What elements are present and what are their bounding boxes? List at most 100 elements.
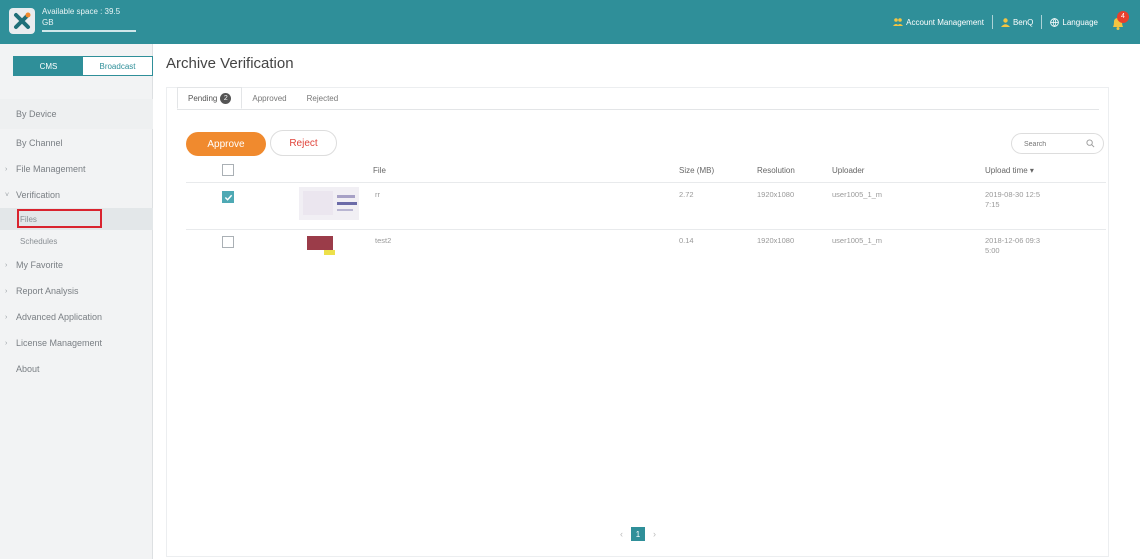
thumbnail-part [303, 191, 333, 215]
available-space-label: Available space : 39.5 [42, 7, 121, 16]
sidebar-item-advanced-application[interactable]: › Advanced Application [0, 304, 153, 330]
pagination: ‹ 1 › [620, 527, 656, 541]
content-panel [166, 87, 1109, 557]
available-space-unit: GB [42, 18, 54, 27]
tab-label: Pending [188, 93, 218, 103]
top-header: Available space : 39.5 GB Account Manage… [0, 0, 1140, 44]
file-size: 0.14 [679, 236, 694, 245]
divider [186, 182, 1106, 183]
thumbnail-part [337, 202, 357, 205]
column-header-file[interactable]: File [373, 166, 386, 175]
sidebar-item-by-device[interactable]: By Device [0, 99, 153, 129]
notifications-button[interactable]: 4 [1110, 11, 1130, 32]
upload-time-rest: 7:15 [985, 200, 1000, 209]
sidebar-item-label: About [16, 364, 40, 374]
sort-desc-icon: ▾ [1029, 166, 1034, 175]
pending-count-badge: 2 [220, 92, 232, 104]
thumbnail-part [337, 209, 353, 211]
thumbnail-part [337, 195, 355, 198]
sidebar-item-label: Advanced Application [16, 312, 103, 322]
language-label: Language [1062, 17, 1098, 27]
thumbnail-part [324, 250, 335, 255]
account-management-label: Account Management [906, 17, 984, 27]
space-usage-bar [42, 30, 136, 32]
sidebar-item-about[interactable]: About [0, 356, 153, 382]
users-icon [893, 18, 904, 26]
search-box[interactable] [1011, 133, 1104, 154]
next-page-button[interactable]: › [653, 529, 656, 539]
column-header-size[interactable]: Size (MB) [679, 166, 714, 175]
sidebar-item-license-management[interactable]: › License Management [0, 330, 153, 356]
tab-label: Approved [252, 93, 287, 103]
sidebar-item-label: Report Analysis [16, 286, 79, 296]
file-resolution: 1920x1080 [757, 236, 795, 245]
sidebar-subitem-schedules[interactable]: Schedules [0, 230, 153, 252]
header-actions: Account Management BenQ Language 4 [893, 0, 1130, 44]
column-header-label: Upload time [985, 166, 1028, 175]
page-title: Archive Verification [166, 55, 294, 72]
approve-button[interactable]: Approve [186, 132, 266, 156]
chevron-right-icon: › [5, 313, 8, 321]
tab-approved[interactable]: Approved [242, 87, 296, 109]
column-header-upload-time[interactable]: Upload time ▾ [985, 166, 1034, 175]
app-logo-icon[interactable] [9, 8, 35, 34]
column-header-uploader[interactable]: Uploader [832, 166, 864, 175]
language-menu[interactable]: Language [1050, 18, 1098, 27]
row-checkbox[interactable] [222, 191, 234, 203]
user-name: BenQ [1012, 17, 1034, 27]
tab-pending[interactable]: Pending 2 [177, 87, 243, 109]
chevron-right-icon: › [5, 339, 8, 347]
select-all-checkbox[interactable] [222, 164, 234, 176]
search-icon[interactable] [1086, 139, 1095, 148]
file-thumbnail[interactable] [299, 187, 359, 220]
reject-button[interactable]: Reject [270, 130, 337, 156]
sidebar-item-label: By Device [16, 109, 57, 119]
account-management-link[interactable]: Account Management [893, 18, 984, 27]
sidebar-menu: By Device By Channel › File Management ˅ V… [0, 99, 153, 382]
prev-page-button[interactable]: ‹ [620, 529, 623, 539]
globe-icon [1050, 17, 1060, 27]
chevron-right-icon: › [5, 165, 8, 173]
search-input[interactable] [1024, 137, 1084, 151]
sidebar-item-label: Verification [16, 190, 61, 200]
tab-rejected[interactable]: Rejected [297, 87, 349, 109]
available-space: Available space : 39.5 GB [42, 6, 120, 28]
divider [1041, 15, 1043, 29]
sidebar-item-my-favorite[interactable]: › My Favorite [0, 252, 153, 278]
file-uploader: user1005_1_m [832, 190, 883, 199]
sidebar-item-file-management[interactable]: › File Management [0, 156, 153, 182]
file-name[interactable]: rr [375, 190, 380, 200]
sidebar-item-verification[interactable]: ˅ Verification [0, 182, 153, 208]
sidebar: CMS Broadcast By Device By Channel › File… [0, 44, 153, 559]
chevron-down-icon: ˅ [5, 191, 10, 199]
file-thumbnail[interactable] [307, 236, 333, 250]
user-menu[interactable]: BenQ [1000, 17, 1034, 27]
user-icon [1000, 17, 1010, 27]
page-number-current[interactable]: 1 [631, 527, 645, 541]
column-header-resolution[interactable]: Resolution [757, 166, 795, 175]
sidebar-item-label: By Channel [16, 138, 63, 148]
sidebar-item-label: File Management [16, 164, 86, 174]
mode-broadcast[interactable]: Broadcast [83, 57, 152, 75]
upload-time: 2019-08-30 12:5 7:15 [985, 190, 1040, 210]
sidebar-subitem-files[interactable]: Files [0, 208, 153, 230]
sidebar-item-label: License Management [16, 338, 103, 348]
row-checkbox[interactable] [222, 236, 234, 248]
upload-time-rest: 5:00 [985, 246, 1000, 255]
file-size: 2.72 [679, 190, 694, 199]
checkmark-icon [224, 194, 233, 201]
mode-cms[interactable]: CMS [14, 57, 83, 75]
divider [186, 229, 1106, 230]
file-name[interactable]: test2 [375, 236, 391, 246]
sidebar-item-by-channel[interactable]: By Channel [0, 130, 153, 156]
file-resolution: 1920x1080 [757, 190, 795, 199]
upload-time-date: 2018-12-06 09:3 [985, 236, 1041, 245]
tab-label: Rejected [306, 93, 339, 103]
chevron-right-icon: › [5, 261, 8, 269]
sidebar-item-label: Schedules [20, 236, 58, 246]
sidebar-item-report-analysis[interactable]: › Report Analysis [0, 278, 153, 304]
divider [991, 15, 993, 29]
file-uploader: user1005_1_m [832, 236, 883, 245]
upload-time-date: 2019-08-30 12:5 [985, 190, 1041, 199]
highlight-box [17, 209, 102, 228]
